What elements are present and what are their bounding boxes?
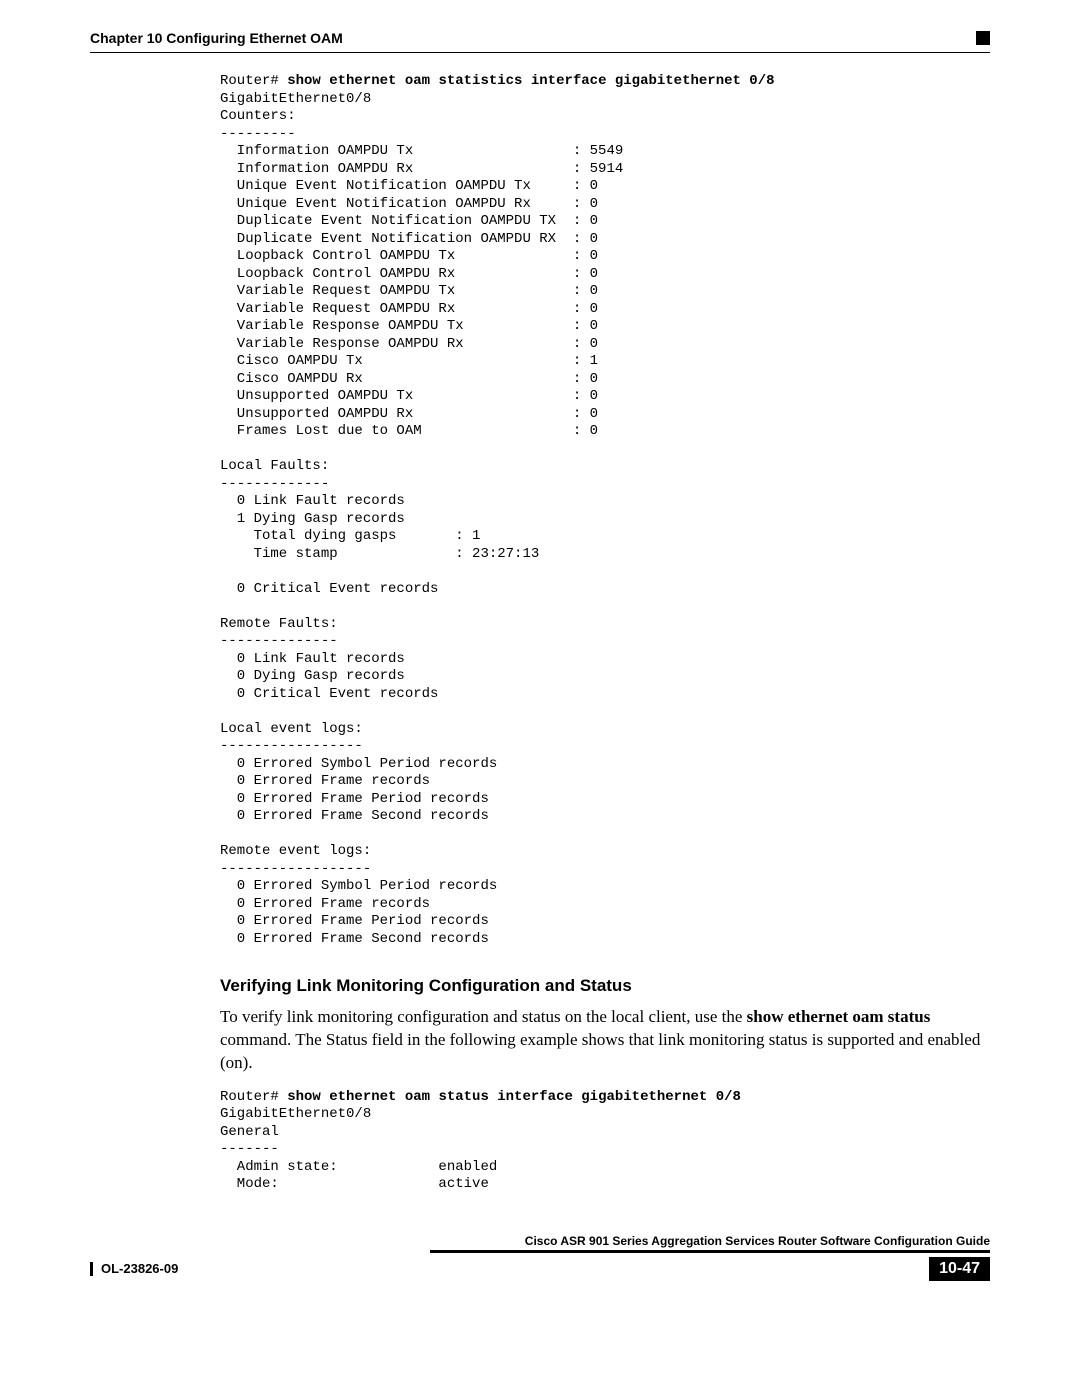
para-command: show ethernet oam status: [747, 1007, 931, 1026]
cli-output-status: Router# show ethernet oam status interfa…: [220, 1089, 990, 1194]
guide-title: Cisco ASR 901 Series Aggregation Service…: [430, 1234, 990, 1248]
cli-output-body: GigabitEthernet0/8 Counters: --------- I…: [220, 91, 623, 947]
para-post: command. The Status field in the followi…: [220, 1030, 980, 1072]
page-number: 10-47: [929, 1257, 990, 1281]
section-heading-verifying-link: Verifying Link Monitoring Configuration …: [220, 976, 990, 996]
footer-top-row: Cisco ASR 901 Series Aggregation Service…: [430, 1234, 990, 1253]
header-marker-icon: [976, 31, 990, 45]
page-header: Chapter 10 Configuring Ethernet OAM: [90, 30, 990, 46]
cli-command: show ethernet oam status interface gigab…: [287, 1089, 741, 1105]
page-footer: Cisco ASR 901 Series Aggregation Service…: [90, 1234, 990, 1281]
doc-id: OL-23826-09: [90, 1262, 178, 1276]
page-content: Router# show ethernet oam statistics int…: [220, 73, 990, 1194]
cli-prompt: Router#: [220, 1089, 287, 1105]
cli-command: show ethernet oam statistics interface g…: [287, 73, 774, 89]
page-container: Chapter 10 Configuring Ethernet OAM Rout…: [0, 0, 1080, 1311]
header-rule: [90, 52, 990, 53]
cli-prompt: Router#: [220, 73, 287, 89]
footer-rule: [430, 1250, 990, 1253]
chapter-label: Chapter 10 Configuring Ethernet OAM: [90, 30, 343, 46]
footer-bottom-row: OL-23826-09 10-47: [90, 1257, 990, 1281]
cli-output-statistics: Router# show ethernet oam statistics int…: [220, 73, 990, 948]
cli-output-body: GigabitEthernet0/8 General ------- Admin…: [220, 1106, 497, 1192]
para-pre: To verify link monitoring configuration …: [220, 1007, 747, 1026]
section-paragraph: To verify link monitoring configuration …: [220, 1006, 990, 1075]
